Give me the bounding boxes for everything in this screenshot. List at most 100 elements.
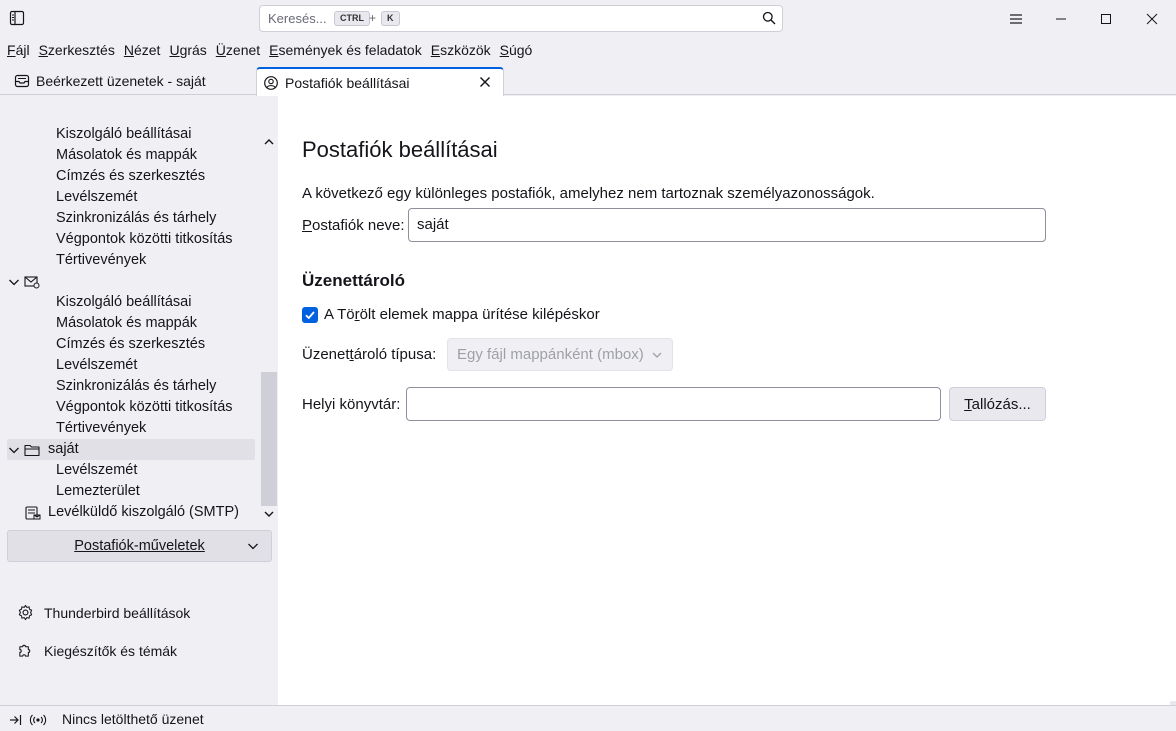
gear-icon xyxy=(18,604,33,621)
chevron-down-icon xyxy=(248,543,258,550)
tree-smtp-server[interactable]: Levélküldő kiszolgáló (SMTP) xyxy=(0,502,260,520)
tree-item-label: Másolatok és mappák xyxy=(56,147,198,163)
close-window-button[interactable] xyxy=(1142,9,1162,29)
toggle-pane-icon[interactable] xyxy=(7,712,23,728)
mail-account-icon xyxy=(24,275,40,288)
tree-item-label: Levélszemét xyxy=(56,462,138,478)
store-type-value: Egy fájl mappánként (mbox) xyxy=(457,346,644,363)
tree-item-label: Címzés és szerkesztés xyxy=(56,168,206,184)
tree-item[interactable]: Címzés és szerkesztés xyxy=(0,166,260,187)
tree-account-selected[interactable]: saját xyxy=(7,439,255,460)
checkmark-icon xyxy=(305,311,315,320)
tree-item-label: Szinkronizálás és tárhely xyxy=(56,210,217,226)
scroll-down-icon[interactable] xyxy=(263,508,275,520)
tree-item-label: Lemezterület xyxy=(56,483,140,499)
minimize-button[interactable] xyxy=(1051,9,1071,29)
account-tree[interactable]: Kiszolgáló beállításai Másolatok és mappá… xyxy=(0,126,260,520)
tab-account-settings-label: Postafiók beállításai xyxy=(285,74,410,91)
tree-item[interactable]: Lemezterület xyxy=(0,481,260,502)
tree-item[interactable]: Végpontok közötti titkosítás xyxy=(0,229,260,250)
addons-themes-link[interactable]: Kiegészítők és témák xyxy=(17,642,177,659)
tree-item[interactable]: Másolatok és mappák xyxy=(0,145,260,166)
folder-icon xyxy=(24,444,40,456)
tree-item[interactable]: Szinkronizálás és tárhely xyxy=(0,208,260,229)
menu-bar: Fájl Szerkesztés Nézet Ugrás Üzenet Események… xyxy=(0,37,1176,63)
menu-item-0[interactable]: Fájl xyxy=(4,42,33,58)
store-type-select: Egy fájl mappánként (mbox) xyxy=(447,338,673,371)
tree-item-label: Másolatok és mappák xyxy=(56,315,198,331)
tree-item[interactable]: Címzés és szerkesztés xyxy=(0,334,260,355)
empty-trash-label[interactable]: A Törölt elemek mappa ürítése kilépéskor xyxy=(324,306,600,323)
window-right-edge xyxy=(1170,96,1176,731)
message-storage-heading: Üzenettároló xyxy=(302,271,405,290)
tree-item-label: Tértivevények xyxy=(56,420,147,436)
menu-item-7[interactable]: Súgó xyxy=(497,42,536,58)
maximize-button[interactable] xyxy=(1096,9,1116,29)
account-settings-icon xyxy=(264,75,278,90)
tree-item[interactable]: Szinkronizálás és tárhely xyxy=(0,376,260,397)
status-message: Nincs letölthető üzenet xyxy=(62,711,204,727)
account-name-input[interactable]: saját xyxy=(408,208,1046,242)
online-status-icon[interactable] xyxy=(29,712,47,728)
tree-item[interactable]: Tértivevények xyxy=(0,250,260,271)
tab-bar: Beérkezett üzenetek - saját Postafiók be… xyxy=(0,63,1176,96)
tab-inbox-label: Beérkezett üzenetek - saját xyxy=(36,73,206,89)
tree-item[interactable]: Levélszemét xyxy=(0,187,260,208)
minimize-icon xyxy=(1056,18,1066,20)
tree-item-label: Szinkronizálás és tárhely xyxy=(56,378,217,394)
app-menu-button[interactable] xyxy=(1006,9,1026,29)
menu-item-6[interactable]: Eszközök xyxy=(428,42,494,58)
tree-item-label: Kiszolgáló beállításai xyxy=(56,294,192,310)
tree-item-label: Végpontok közötti titkosítás xyxy=(56,231,233,247)
menu-item-2[interactable]: Nézet xyxy=(121,42,164,58)
puzzle-piece-icon xyxy=(19,644,31,657)
account-actions-button[interactable]: Postafiók-műveletek xyxy=(7,530,272,562)
menu-item-1[interactable]: Szerkesztés xyxy=(36,42,118,58)
sidebar-scrollbar[interactable] xyxy=(260,126,278,520)
account-actions-label: Postafiók-műveletek xyxy=(74,538,205,554)
chevron-down-icon[interactable] xyxy=(8,444,20,456)
thunderbird-settings-link[interactable]: Thunderbird beállítások xyxy=(17,604,190,621)
tree-item[interactable]: Kiszolgáló beállításai xyxy=(0,292,260,313)
shortcut-k-key: K xyxy=(381,11,400,26)
addons-themes-label: Kiegészítők és témák xyxy=(44,642,178,659)
search-icon[interactable] xyxy=(762,11,776,25)
scroll-up-icon[interactable] xyxy=(263,136,275,148)
shortcut-plus: + xyxy=(369,11,377,25)
tree-item[interactable]: Levélszemét xyxy=(0,460,260,481)
account-tree-sidebar: Kiszolgáló beállításai Másolatok és mappá… xyxy=(0,96,278,705)
tree-account[interactable] xyxy=(0,271,260,292)
scrollbar-thumb[interactable] xyxy=(261,372,277,506)
tree-item[interactable]: Levélszemét xyxy=(0,355,260,376)
maximize-icon xyxy=(1101,14,1111,24)
browse-button[interactable]: Tallózás... xyxy=(949,387,1046,421)
title-bar: Keresés... CTRL + K xyxy=(0,0,1176,37)
chevron-down-icon[interactable] xyxy=(8,276,20,288)
tree-item[interactable]: Másolatok és mappák xyxy=(0,313,260,334)
close-icon xyxy=(1146,13,1158,25)
status-bar: Nincs letölthető üzenet xyxy=(0,705,1176,731)
tree-smtp-label: Levélküldő kiszolgáló (SMTP) xyxy=(48,504,239,520)
tab-inbox[interactable]: Beérkezett üzenetek - saját xyxy=(8,67,253,95)
tree-item-label: Címzés és szerkesztés xyxy=(56,336,206,352)
menu-item-3[interactable]: Ugrás xyxy=(166,42,209,58)
local-dir-input[interactable] xyxy=(406,387,941,421)
tree-item[interactable]: Kiszolgáló beállításai xyxy=(0,126,260,145)
global-search-box[interactable]: Keresés... CTRL + K xyxy=(259,5,783,32)
tree-item-label: Levélszemét xyxy=(56,189,138,205)
tree-item[interactable]: Tértivevények xyxy=(0,418,260,439)
tab-account-settings[interactable]: Postafiók beállításai xyxy=(256,67,504,96)
tree-item[interactable]: Végpontok közötti titkosítás xyxy=(0,397,260,418)
tree-account-label: saját xyxy=(48,441,79,457)
hamburger-menu-icon xyxy=(1010,14,1022,24)
chevron-down-icon xyxy=(652,352,662,358)
sidebar-toggle-icon[interactable] xyxy=(9,10,25,26)
inbox-icon xyxy=(14,74,30,88)
account-description: A következő egy különleges postafiók, am… xyxy=(302,185,875,202)
page-title: Postafiók beállításai xyxy=(302,137,498,162)
menu-item-5[interactable]: Események és feladatok xyxy=(266,42,425,58)
account-settings-pane: Postafiók beállításai A következő egy kü… xyxy=(278,96,1176,705)
close-tab-icon[interactable] xyxy=(477,74,493,90)
menu-item-4[interactable]: Üzenet xyxy=(213,42,263,58)
empty-trash-checkbox[interactable] xyxy=(302,307,318,323)
